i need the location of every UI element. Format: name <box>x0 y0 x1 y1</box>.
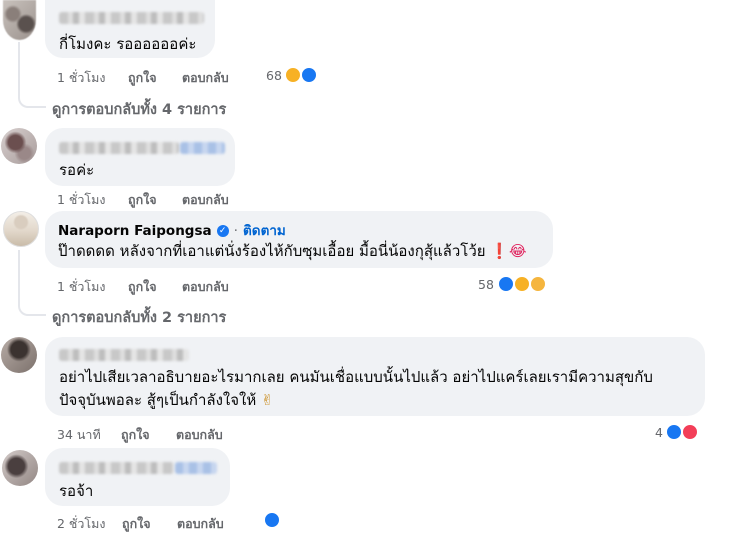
love-reaction-icon[interactable] <box>681 423 699 441</box>
comment-text: รอจ้า <box>59 482 94 500</box>
comment-emoji: ✌ <box>261 391 274 409</box>
like-button[interactable]: ถูกใจ <box>121 425 150 445</box>
avatar[interactable] <box>1 128 37 164</box>
like-reaction-icon[interactable] <box>300 66 318 84</box>
comment-emoji: ❗😂 <box>490 242 527 260</box>
comment-text: รอค่ะ <box>59 161 95 179</box>
comment-bubble: รอจ้า <box>45 448 230 506</box>
author-name[interactable]: Naraporn Faipongsa <box>58 223 212 239</box>
blurred-author-name[interactable] <box>180 142 225 154</box>
reply-button[interactable]: ตอบกลับ <box>176 425 223 445</box>
comment-text: ป๊าดดดด หลังจากที่เอาแต่นั่งร้องไห้กับซุ… <box>58 242 527 260</box>
blurred-author-name[interactable] <box>59 462 174 474</box>
thread-line <box>18 42 20 90</box>
comment-time[interactable]: 2 ชั่วโมง <box>57 514 106 534</box>
comment-bubble: อย่าไปเสียเวลาอธิบายอะไรมากเลย คนมันเชื่… <box>45 337 705 416</box>
verified-badge-icon: ✓ <box>216 224 229 237</box>
like-reaction-icon[interactable] <box>497 275 515 293</box>
haha-reaction-icon[interactable] <box>513 275 531 293</box>
avatar[interactable] <box>3 211 39 247</box>
comment-text-line: อย่าไปเสียเวลาอธิบายอะไรมากเลย คนมันเชื่… <box>59 368 653 386</box>
comment-time[interactable]: 1 ชั่วโมง <box>57 277 106 297</box>
avatar[interactable] <box>2 450 38 486</box>
separator: · <box>233 224 238 239</box>
reply-button[interactable]: ตอบกลับ <box>182 277 229 297</box>
avatar[interactable] <box>3 0 36 40</box>
care-reaction-icon[interactable] <box>529 275 547 293</box>
comment-time[interactable]: 34 นาที <box>57 425 101 445</box>
like-reaction-icon[interactable] <box>263 511 281 529</box>
like-button[interactable]: ถูกใจ <box>128 277 157 297</box>
view-replies-link[interactable]: ดูการตอบกลับทั้ง 4 รายการ <box>52 98 226 121</box>
like-reaction-icon[interactable] <box>665 423 683 441</box>
blurred-author-name[interactable] <box>59 12 204 24</box>
view-replies-link[interactable]: ดูการตอบกลับทั้ง 2 รายการ <box>52 306 226 329</box>
blurred-author-name[interactable] <box>59 349 189 361</box>
reply-button[interactable]: ตอบกลับ <box>177 514 224 534</box>
blurred-author-name[interactable] <box>59 142 179 154</box>
reaction-count[interactable]: 58 <box>478 277 494 292</box>
like-button[interactable]: ถูกใจ <box>122 514 151 534</box>
author-row: Naraporn Faipongsa ✓ · ติดตาม <box>58 219 286 241</box>
like-button[interactable]: ถูกใจ <box>128 68 157 88</box>
avatar[interactable] <box>1 337 37 373</box>
comment-time[interactable]: 1 ชั่วโมง <box>57 190 106 210</box>
comment-bubble: Naraporn Faipongsa ✓ · ติดตาม ป๊าดดดด หล… <box>45 211 553 268</box>
thread-line <box>18 250 20 298</box>
haha-reaction-icon[interactable] <box>284 66 302 84</box>
comment-bubble: กี่โมงคะ รออออออค่ะ <box>45 0 215 58</box>
comment-time[interactable]: 1 ชั่วโมง <box>57 68 106 88</box>
reaction-count[interactable]: 4 <box>655 425 663 440</box>
thread-connector <box>18 88 46 108</box>
reply-button[interactable]: ตอบกลับ <box>182 68 229 88</box>
reply-button[interactable]: ตอบกลับ <box>182 190 229 210</box>
comment-text: กี่โมงคะ รออออออค่ะ <box>59 35 197 53</box>
like-button[interactable]: ถูกใจ <box>128 190 157 210</box>
follow-button[interactable]: ติดตาม <box>243 223 286 239</box>
thread-connector <box>18 296 46 316</box>
blurred-author-name[interactable] <box>175 462 217 474</box>
comment-text-line: ปัจจุบันพอละ สู้ๆเป็นกำลังใจให้ ✌ <box>59 391 274 409</box>
reaction-count[interactable]: 68 <box>266 68 282 83</box>
comment-bubble: รอค่ะ <box>45 128 235 186</box>
